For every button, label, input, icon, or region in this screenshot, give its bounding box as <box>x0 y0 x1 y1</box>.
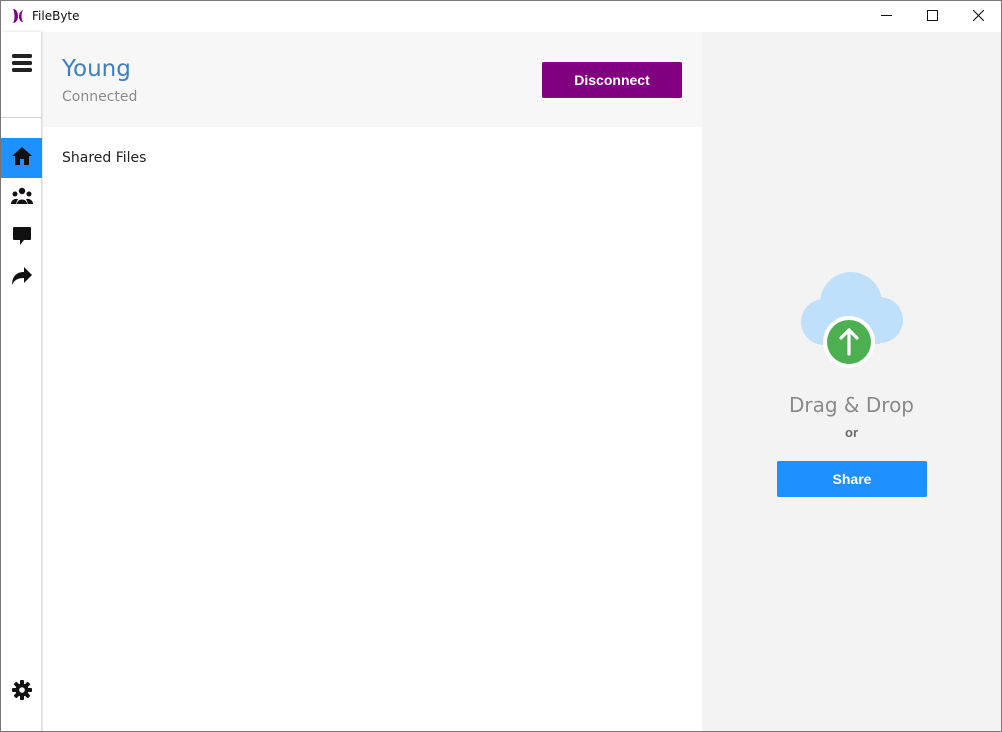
maximize-icon <box>926 8 938 26</box>
close-icon <box>972 8 984 26</box>
sidebar <box>1 32 42 731</box>
people-icon <box>10 187 33 210</box>
connection-header: Young Connected Disconnect <box>43 32 702 127</box>
sidebar-divider <box>1 117 42 118</box>
maximize-button[interactable] <box>909 1 955 32</box>
minimize-button[interactable] <box>863 1 909 32</box>
peer-name: Young <box>62 56 131 82</box>
title-bar[interactable]: FileByte <box>1 1 1001 32</box>
close-button[interactable] <box>955 1 1001 32</box>
sidebar-item-share[interactable] <box>1 258 42 298</box>
share-arrow-icon <box>11 266 33 291</box>
shared-files-panel: Shared Files <box>43 127 702 731</box>
home-icon <box>11 146 33 171</box>
shared-files-heading: Shared Files <box>62 150 147 166</box>
disconnect-button[interactable]: Disconnect <box>542 62 682 98</box>
connection-status: Connected <box>62 89 138 105</box>
or-label: or <box>845 425 858 440</box>
minimize-icon <box>880 8 892 26</box>
menu-toggle-button[interactable] <box>1 45 42 85</box>
hamburger-menu-icon <box>11 53 32 77</box>
app-logo-icon <box>11 8 25 24</box>
app-window: FileByte Young Connected Disconnect Shar… <box>0 0 1002 732</box>
app-title: FileByte <box>32 9 80 23</box>
share-button[interactable]: Share <box>777 461 927 497</box>
gear-icon <box>11 679 32 705</box>
sidebar-item-home[interactable] <box>1 138 42 178</box>
chat-icon <box>12 226 32 251</box>
cloud-upload-icon <box>801 270 905 370</box>
sidebar-item-peers[interactable] <box>1 178 42 218</box>
drag-drop-label: Drag & Drop <box>789 393 914 417</box>
settings-button[interactable] <box>1 672 42 712</box>
sidebar-item-chat[interactable] <box>1 218 42 258</box>
drop-zone[interactable]: Drag & Drop or Share <box>702 32 1001 731</box>
